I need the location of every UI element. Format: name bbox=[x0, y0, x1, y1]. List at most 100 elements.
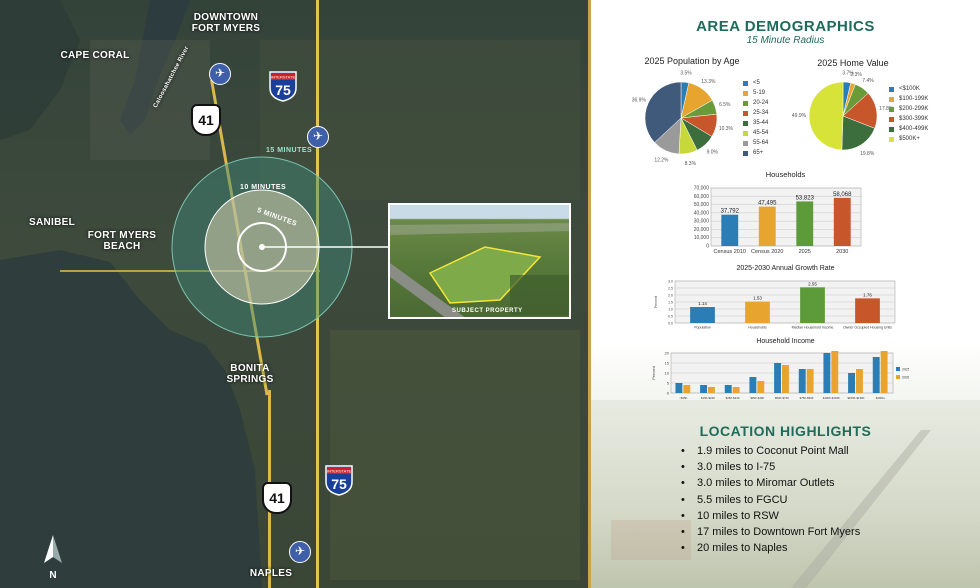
legend-label: $200-299K bbox=[899, 106, 929, 112]
y-axis-label: Percent bbox=[651, 365, 656, 380]
bar bbox=[806, 369, 814, 393]
y-tick-label: 20 bbox=[665, 351, 670, 356]
legend-swatch bbox=[743, 110, 748, 116]
area-map: 15 MINUTES 10 MINUTES 5 MINUTES DOWNTOWN… bbox=[0, 0, 588, 588]
x-tick-label: $200K+ bbox=[876, 396, 886, 400]
pie-slice-label: 10.3% bbox=[719, 126, 734, 132]
x-tick-label: $25K-$34K bbox=[726, 396, 740, 400]
label-downtown-fort-myers: DOWNTOWN FORT MYERS bbox=[191, 12, 261, 34]
bar bbox=[782, 365, 789, 393]
y-tick-label: 1.0 bbox=[668, 308, 673, 312]
legend-item: 45-54 bbox=[743, 128, 793, 138]
data-label: 37,792 bbox=[721, 209, 740, 215]
bar bbox=[774, 363, 782, 393]
legend-item: 55-64 bbox=[743, 138, 793, 148]
bar bbox=[758, 206, 776, 246]
legend-swatch bbox=[896, 375, 900, 379]
pie-slice-label: 9.0% bbox=[707, 150, 719, 156]
north-arrow-icon bbox=[44, 535, 62, 563]
bar bbox=[708, 387, 715, 393]
legend-item: $500K+ bbox=[889, 134, 959, 144]
pie-age-chart: 3.5% 13.3% 6.5% 10.3% 9.0% 8.3% 12.2% 36.9% bbox=[632, 70, 734, 167]
pie-slice-label: 3.5% bbox=[680, 70, 692, 76]
legend-label: 65+ bbox=[753, 150, 764, 156]
legend-label: $100-199K bbox=[899, 96, 929, 102]
data-label: 58,068 bbox=[833, 192, 852, 198]
legend-label: $500K+ bbox=[899, 136, 920, 142]
bar bbox=[757, 381, 765, 393]
data-label: 2.55 bbox=[808, 281, 817, 286]
y-tick-label: 2.5 bbox=[668, 287, 673, 291]
i75-shield-south-number: 75 bbox=[331, 476, 347, 492]
panel-subtitle: 15 Minute Radius bbox=[746, 35, 825, 46]
y-tick-label: 0.0 bbox=[668, 322, 673, 326]
compass: N bbox=[40, 533, 66, 581]
highlight-item: 3.0 miles to Miromar Outlets bbox=[679, 475, 979, 491]
legend-swatch bbox=[889, 86, 894, 92]
bar bbox=[800, 287, 825, 323]
households-chart: 70,000 60,000 50,000 40,000 30,000 20,000 10,0… bbox=[694, 186, 862, 255]
x-tick-label: $15K-$24K bbox=[701, 396, 715, 400]
y-tick-label: 1.5 bbox=[668, 301, 673, 305]
y-tick-label: 50,000 bbox=[694, 202, 710, 208]
pie-slice bbox=[808, 81, 844, 151]
ring-label-15: 15 MINUTES bbox=[266, 147, 313, 154]
legend-label: 2025 bbox=[902, 368, 909, 372]
highlight-item: 10 miles to RSW bbox=[679, 508, 979, 524]
bar bbox=[721, 214, 739, 246]
legend-item: $400-499K bbox=[889, 124, 959, 134]
x-tick-label: Census 2010 bbox=[714, 249, 746, 255]
bar bbox=[745, 301, 770, 323]
data-label: 47,495 bbox=[758, 201, 777, 207]
pie-slice-label: 2.3% bbox=[850, 72, 862, 78]
label-cape-coral: CAPE CORAL bbox=[60, 50, 130, 61]
highlight-item: 17 miles to Downtown Fort Myers bbox=[679, 524, 979, 540]
legend-swatch bbox=[889, 106, 894, 112]
x-tick-label: $150K-$199K bbox=[847, 396, 864, 400]
legend-item: $200-299K bbox=[889, 104, 959, 114]
pie-age-title: 2025 Population by Age bbox=[644, 56, 740, 66]
y-tick-label: 0 bbox=[667, 391, 670, 396]
legend-label: 45-54 bbox=[753, 130, 769, 136]
growth-chart: 3.0 2.5 2.0 1.5 1.0 0.5 0.0 Percent 1.14 1.53 2.55… bbox=[654, 280, 896, 330]
legend-swatch bbox=[889, 116, 894, 122]
legend-item: 65+ bbox=[743, 148, 793, 158]
bar bbox=[749, 377, 757, 393]
x-tick-label: 2030 bbox=[836, 249, 848, 255]
subject-property-photo: SUBJECT PROPERTY bbox=[388, 203, 571, 319]
i75-shield-north-header: INTERSTATE bbox=[271, 75, 296, 80]
label-bonita-springs: BONITA SPRINGS bbox=[226, 363, 274, 385]
highlight-item: 1.9 miles to Coconut Point Mall bbox=[679, 443, 979, 459]
x-tick-label: 2025 bbox=[799, 249, 811, 255]
bar bbox=[856, 369, 863, 393]
label-fort-myers-beach: FORT MYERS BEACH bbox=[87, 230, 157, 252]
x-tick-label: Census 2020 bbox=[751, 249, 783, 255]
pie-slice-label: 13.3% bbox=[701, 79, 716, 85]
legend-swatch bbox=[743, 120, 748, 126]
legend-swatch bbox=[743, 80, 748, 86]
pie-slice-label: 49.9% bbox=[792, 113, 807, 119]
pie-home-title: 2025 Home Value bbox=[817, 58, 889, 68]
bar bbox=[833, 197, 851, 246]
legend-label: <$100K bbox=[899, 86, 920, 92]
legend-swatch bbox=[889, 96, 894, 102]
label-sanibel: SANIBEL bbox=[29, 217, 75, 228]
pie-slice-label: 6.5% bbox=[719, 102, 731, 108]
us41-shield-south: 41 bbox=[262, 482, 292, 514]
i75-shield-south-header: INTERSTATE bbox=[327, 469, 352, 474]
legend-label: 2030 bbox=[902, 376, 909, 380]
pie-home-legend: <$100K $100-199K $200-299K $300-399K $400-49… bbox=[889, 84, 959, 144]
legend-item: 35-44 bbox=[743, 118, 793, 128]
inset-caption: SUBJECT PROPERTY bbox=[452, 308, 523, 314]
legend-label: 20-24 bbox=[753, 100, 769, 106]
legend-item: <$100K bbox=[889, 84, 959, 94]
y-tick-label: 30,000 bbox=[694, 219, 710, 225]
bar bbox=[798, 369, 806, 393]
label-naples: NAPLES bbox=[249, 568, 293, 579]
highlight-item: 20 miles to Naples bbox=[679, 540, 979, 556]
bar bbox=[855, 298, 880, 323]
legend-label: $400-499K bbox=[899, 126, 929, 132]
legend-label: 35-44 bbox=[753, 120, 769, 126]
pie-slice-label: 12.2% bbox=[654, 158, 669, 164]
income-title: Household Income bbox=[756, 338, 815, 345]
